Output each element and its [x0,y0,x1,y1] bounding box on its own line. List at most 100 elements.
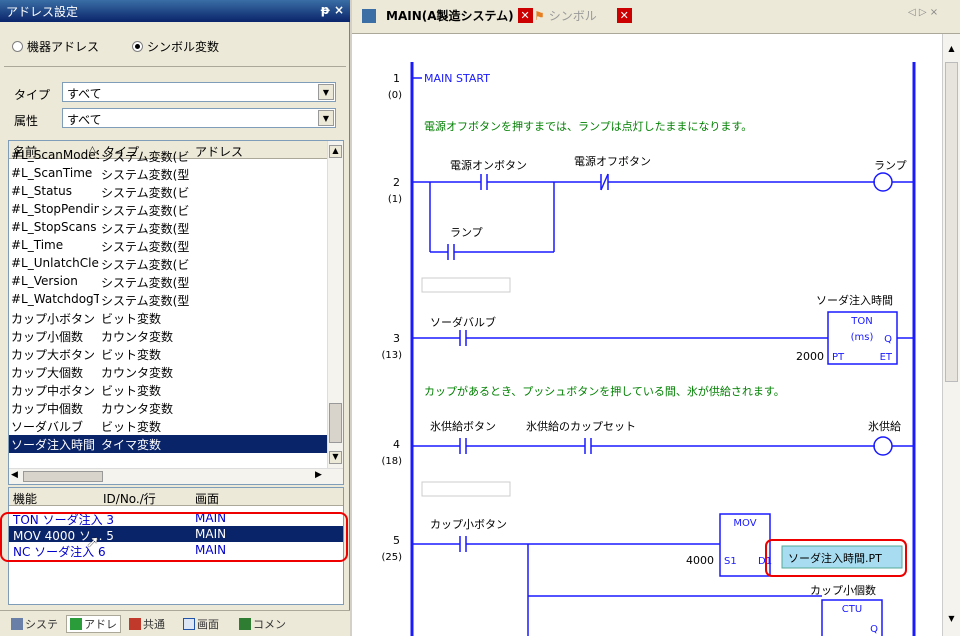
item-name: カップ小個数 [11,330,84,344]
list-item[interactable]: #L_ScanModeS システム変数(ビ [9,147,329,165]
list-item[interactable]: カップ大個数 カウンタ変数 [9,363,329,381]
tab-screen[interactable]: 画面 [180,615,222,633]
step-number: (25) [381,552,402,563]
item-name: カップ中個数 [11,402,84,416]
coil-label: 氷供給 [868,419,901,433]
contact-label: 電源オフボタン [574,154,651,168]
tab-main[interactable]: MAIN(A製造システム) ✕ [362,7,533,24]
list-item[interactable]: #L_Version システム変数(型 [9,273,329,291]
s1-pin: S1 [724,556,737,567]
type-label: タイプ [14,88,51,102]
item-type: ビット変数 [101,348,162,362]
item-name: カップ小ボタン [11,312,96,326]
col-function[interactable]: 機能 [13,490,37,507]
close-tab-icon[interactable]: ✕ [616,8,632,23]
empty-comment-box[interactable] [421,481,511,497]
coil-label: ランプ [874,159,907,172]
radio-symbol-variable[interactable]: シンボル変数 [132,38,219,55]
step-number: (13) [381,350,402,361]
editor-vscroll[interactable]: ▲ ▼ [942,34,960,636]
item-name: #L_Status [11,184,72,198]
item-type: システム変数(型 [101,168,190,182]
list-item[interactable]: #L_WatchdogTi システム変数(型 [9,291,329,309]
list-item[interactable]: カップ大ボタン ビット変数 [9,345,329,363]
item-type: システム変数(型 [101,240,190,254]
item-name: #L_StopPending [11,202,99,216]
pt-pin: PT [832,352,845,363]
list-item[interactable]: ソーダバルブ ビット変数 [9,417,329,435]
scroll-up-icon[interactable]: ▲ [329,145,342,158]
list-item[interactable]: ソーダ注入時間 タイマ変数 [9,435,329,453]
step-number: (0) [388,90,402,101]
item-type: タイマ変数 [101,438,162,452]
scroll-thumb[interactable] [329,403,342,443]
item-name: カップ大個数 [11,366,84,380]
scroll-up-icon[interactable]: ▲ [945,44,958,57]
list-item[interactable]: カップ中ボタン ビット変数 [9,381,329,399]
attribute-select[interactable]: すべて ▼ [62,108,336,128]
mov-dest-label: ソーダ注入時間.PT [788,551,882,565]
scroll-down-icon[interactable]: ▼ [945,614,958,627]
timer-label: ソーダ注入時間 [816,293,893,307]
empty-comment-box[interactable] [421,277,511,293]
item-type: システム変数(型 [101,294,190,308]
list-item[interactable]: カップ中個数 カウンタ変数 [9,399,329,417]
symbol-icon: ⚑ [534,8,545,23]
chevron-down-icon: ▼ [318,84,334,100]
mouse-cursor-icon: ➚ [86,532,100,551]
system-icon [11,618,23,630]
rung-number: 4 [393,438,400,451]
counter-label: カップ小個数 [810,584,876,597]
address-icon [70,618,82,630]
pt-value: 2000 [796,350,824,363]
contact-label: 氷供給ボタン [430,419,496,433]
scroll-thumb[interactable] [945,62,958,382]
col-screen[interactable]: 画面 [195,490,219,507]
tab-symbol[interactable]: ⚑ シンボル ✕ [534,7,632,24]
scroll-down-icon[interactable]: ▼ [329,451,342,464]
list-item[interactable]: #L_Status システム変数(ビ [9,183,329,201]
item-name: #L_Version [11,274,78,288]
tab-nav[interactable]: ◁ ▷ × [908,7,938,18]
tab-comment[interactable]: コメン [236,615,289,633]
list-item[interactable]: #L_Time システム変数(型 [9,237,329,255]
main-start-label: MAIN START [424,72,490,85]
ton-label: TON [850,316,872,327]
tab-address[interactable]: アドレ [66,615,121,633]
type-select[interactable]: すべて ▼ [62,82,336,102]
tab-system[interactable]: システ [8,615,61,633]
scroll-right-icon[interactable]: ▶ [315,470,322,480]
hscroll-thumb[interactable] [23,471,103,482]
list-item[interactable]: カップ小個数 カウンタ変数 [9,327,329,345]
radio-on-icon [132,41,143,52]
ladder-diagram[interactable]: 1 (0) 2 (1) 3 (13) 4 (18) 5 (25) MAIN ST… [352,34,942,636]
list-item[interactable]: #L_StopScans システム変数(型 [9,219,329,237]
col-id[interactable]: ID/No./行 [103,490,156,507]
tab-common[interactable]: 共通 [126,615,168,633]
item-type: システム変数(ビ [101,258,190,272]
radio-device-address[interactable]: 機器アドレス [12,38,99,55]
item-name: #L_WatchdogTi [11,292,99,306]
item-name: #L_ScanTime [11,166,93,180]
item-name: #L_UnlatchClea [11,256,99,270]
list-item[interactable]: カップ小ボタン ビット変数 [9,309,329,327]
panel-title-bar: アドレス設定 ᵽ × [0,0,350,22]
close-tab-icon[interactable]: ✕ [517,8,533,23]
list-item[interactable]: #L_ScanTime システム変数(型 [9,165,329,183]
bottom-tab-bar: システ アドレ 共通 画面 コメン [0,610,350,636]
scroll-left-icon[interactable]: ◀ [11,470,18,480]
rung-number: 3 [393,332,400,345]
panel-title: アドレス設定 [6,5,79,19]
list-item[interactable]: #L_StopPendingシステム変数(ビ [9,201,329,219]
list-vscroll[interactable]: ▲ ▼ [327,141,343,468]
ms-label: (ms) [851,332,874,343]
item-name: #L_ScanModeS [11,148,99,162]
list-item[interactable]: #L_UnlatchClea システム変数(ビ [9,255,329,273]
symbol-list[interactable]: 名前 △ タイプ アドレス #L_ScanModeS システム変数(ビ #L_Sca… [8,140,344,485]
chevron-down-icon: ▼ [318,110,334,126]
item-type: システム変数(型 [101,276,190,290]
list-hscroll[interactable]: ◀ ▶ [9,468,343,484]
contact-label: ソーダバルブ [430,315,496,329]
pin-close-icon[interactable]: ᵽ × [321,3,344,17]
ladder-icon [362,8,376,23]
